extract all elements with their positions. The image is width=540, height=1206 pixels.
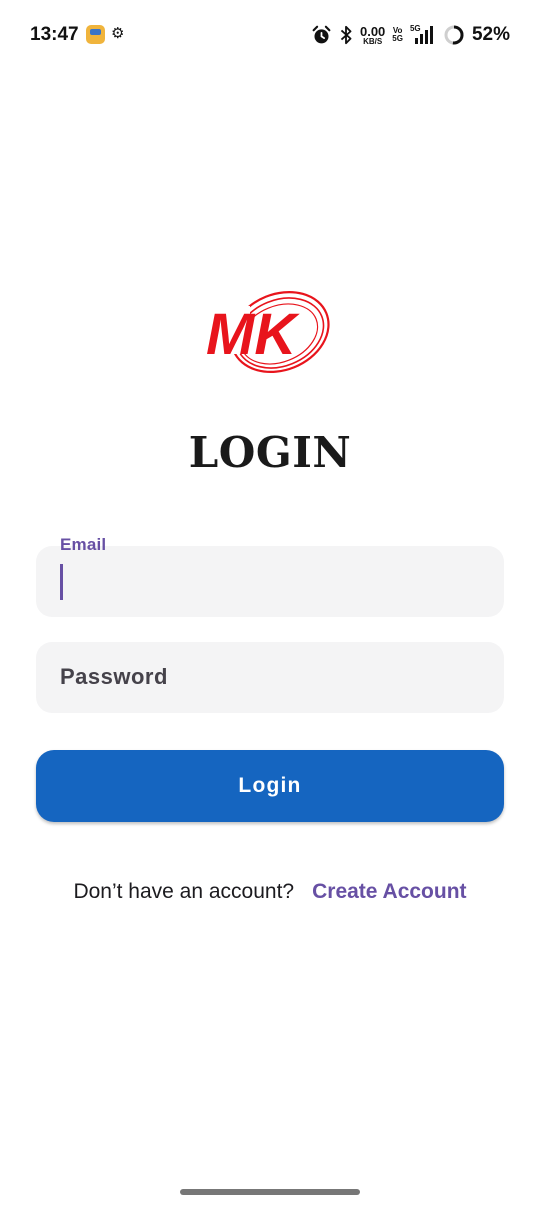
app-notification-icon xyxy=(86,25,105,44)
status-time: 13:47 xyxy=(30,24,79,45)
status-bar: 13:47 ⚙ 0.00 KB/S Vo 5G 5G 52% xyxy=(0,0,540,70)
signup-prompt: Don’t have an account? xyxy=(73,880,295,903)
signal-bars xyxy=(414,26,433,44)
status-icons: 0.00 KB/S Vo 5G 5G 52% xyxy=(311,22,510,48)
alarm-icon xyxy=(312,25,331,43)
settings-notification-icon: ⚙ xyxy=(111,25,125,42)
battery-icon xyxy=(444,25,464,45)
volte-bottom: 5G xyxy=(392,34,403,43)
email-label: Email xyxy=(60,535,107,554)
network-speed-value: 0.00 xyxy=(359,23,386,39)
volte-indicator: Vo 5G xyxy=(392,26,403,44)
signal-icon: 5G xyxy=(410,24,436,46)
logo-text: MK xyxy=(206,302,300,367)
signup-row: Don’t have an account? Create Account xyxy=(0,880,540,904)
email-field[interactable] xyxy=(36,546,504,617)
bluetooth-icon xyxy=(340,25,352,45)
network-speed: 0.00 KB/S xyxy=(360,25,385,46)
create-account-link[interactable]: Create Account xyxy=(312,880,466,904)
login-button[interactable]: Login xyxy=(36,750,504,822)
page-title: LOGIN xyxy=(188,428,352,477)
password-placeholder: Password xyxy=(60,664,168,689)
text-cursor xyxy=(60,564,63,600)
gesture-nav-handle[interactable] xyxy=(180,1189,360,1195)
battery-percent: 52% xyxy=(471,24,510,45)
password-field[interactable]: Password xyxy=(36,642,504,713)
network-speed-unit: KB/S xyxy=(363,36,383,46)
mk-logo: MK xyxy=(200,290,330,374)
